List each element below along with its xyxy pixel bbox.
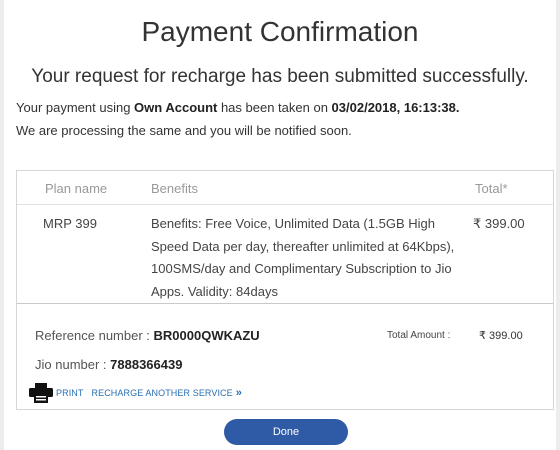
reference-label: Reference number :: [35, 328, 154, 343]
divider: [17, 204, 553, 205]
print-link[interactable]: PRINT: [56, 388, 84, 398]
plan-name-cell: MRP 399: [43, 216, 97, 231]
header-benefits: Benefits: [151, 181, 198, 196]
header-total: Total*: [475, 181, 508, 196]
recharge-another-service-link[interactable]: RECHARGE ANOTHER SERVICE: [92, 388, 233, 398]
page-title: Payment Confirmation: [141, 16, 419, 47]
total-amount-label: Total Amount :: [387, 330, 451, 341]
jio-label: Jio number :: [35, 357, 111, 372]
payment-message-prefix: Your payment using: [16, 100, 135, 115]
payment-account: Own Account: [134, 100, 218, 115]
jio-number: Jio number : 7888366439: [35, 357, 182, 372]
recharge-details-table: Plan name Benefits Total* MRP 399 Benefi…: [16, 170, 554, 410]
header-plan-name: Plan name: [45, 181, 108, 196]
payment-message-mid: has been taken on: [217, 100, 332, 115]
payment-datetime: 03/02/2018, 16:13:38.: [331, 100, 460, 115]
printer-icon[interactable]: [29, 383, 53, 403]
double-chevron-right-icon[interactable]: »: [236, 387, 242, 399]
total-amount-value: ₹ 399.00: [479, 330, 523, 342]
done-button[interactable]: Done: [224, 419, 348, 445]
reference-number: Reference number : BR0000QWKAZU: [35, 328, 260, 343]
reference-value: BR0000QWKAZU: [153, 328, 260, 343]
success-subtitle: Your request for recharge has been submi…: [31, 66, 529, 87]
payment-message: Your payment using Own Account has been …: [16, 100, 459, 115]
jio-value: 7888366439: [110, 357, 183, 372]
payment-confirmation-card: Payment Confirmation Your request for re…: [4, 0, 556, 450]
total-cell: ₹ 399.00: [473, 216, 525, 231]
divider: [17, 303, 553, 304]
action-links: PRINT RECHARGE ANOTHER SERVICE »: [29, 382, 242, 404]
processing-message: We are processing the same and you will …: [16, 123, 352, 138]
benefits-cell: Benefits: Free Voice, Unlimited Data (1.…: [151, 216, 455, 299]
